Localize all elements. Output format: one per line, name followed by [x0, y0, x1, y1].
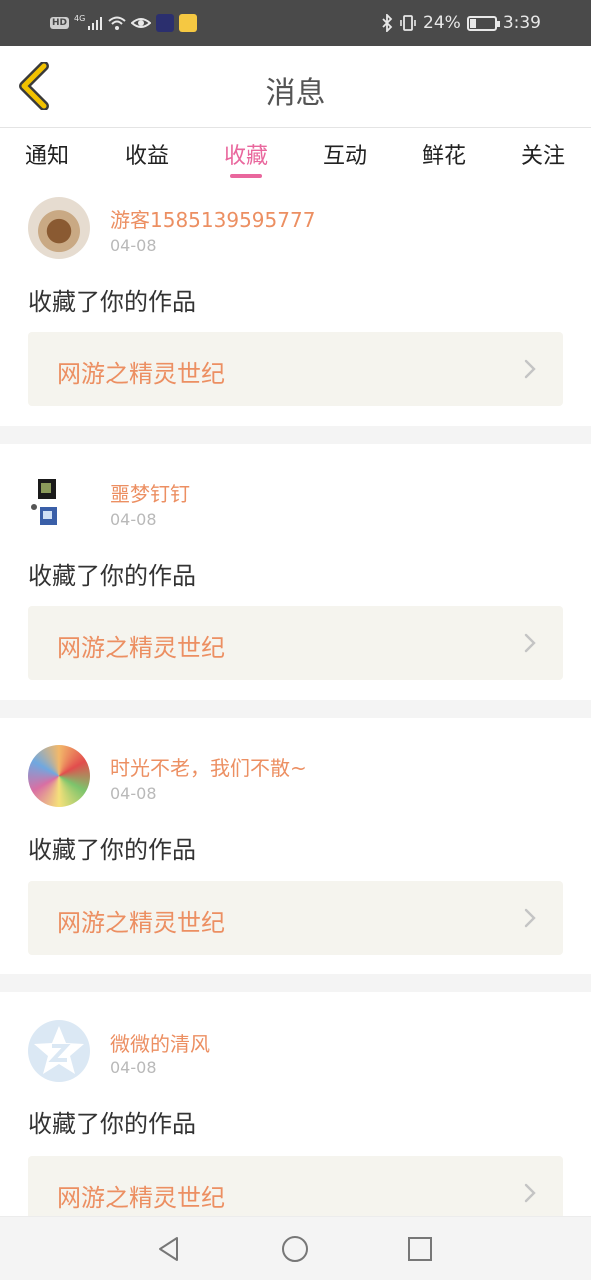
item-date: 04-08: [110, 784, 157, 803]
item-message: 收藏了你的作品: [28, 288, 196, 316]
status-bar: HD 4G 24% 3:39: [0, 0, 591, 46]
item-date: 04-08: [110, 510, 157, 529]
item-divider: [0, 426, 591, 444]
status-icons-right: 24% 3:39: [381, 11, 541, 35]
item-divider: [0, 700, 591, 718]
tab-favorites[interactable]: 收藏: [206, 138, 286, 170]
tab-active-indicator: [230, 174, 262, 178]
work-title: 网游之精灵世纪: [57, 1184, 225, 1212]
hd-icon: HD: [50, 17, 70, 29]
page-title: 消息: [265, 76, 326, 111]
work-title: 网游之精灵世纪: [57, 909, 225, 937]
work-link[interactable]: 网游之精灵世纪: [28, 881, 563, 955]
work-link[interactable]: 网游之精灵世纪: [28, 606, 563, 680]
back-triangle-icon[interactable]: [153, 1233, 185, 1265]
app-header: 消息: [0, 46, 591, 128]
list-item: 微微的清风 04-08 收藏了你的作品 网游之精灵世纪: [0, 992, 591, 1230]
tab-notifications[interactable]: 通知: [7, 138, 87, 170]
work-link[interactable]: 网游之精灵世纪: [28, 332, 563, 406]
work-title: 网游之精灵世纪: [57, 634, 225, 662]
avatar[interactable]: [28, 745, 90, 807]
avatar[interactable]: [28, 197, 90, 259]
signal-4g-label: 4G: [74, 14, 86, 23]
app-icon: [156, 14, 175, 32]
user-name[interactable]: 噩梦钉钉: [110, 478, 190, 507]
home-circle-icon[interactable]: [279, 1233, 311, 1265]
wifi-icon: [108, 16, 126, 30]
weibo-icon: [179, 14, 198, 32]
item-message: 收藏了你的作品: [28, 562, 196, 590]
chevron-right-icon: [524, 633, 536, 653]
item-message: 收藏了你的作品: [28, 836, 196, 864]
chevron-right-icon: [524, 359, 536, 379]
vibrate-icon: [400, 15, 416, 31]
item-divider: [0, 974, 591, 992]
battery-level: [469, 18, 476, 28]
default-avatar-icon[interactable]: [28, 1020, 90, 1082]
list-item: 时光不老，我们不散~ 04-08 收藏了你的作品 网游之精灵世纪: [0, 718, 591, 974]
recents-square-icon[interactable]: [404, 1233, 436, 1265]
clock: 3:39: [502, 13, 541, 33]
system-nav-bar: [0, 1216, 591, 1280]
chevron-right-icon: [524, 908, 536, 928]
user-name[interactable]: 微微的清风: [110, 1028, 210, 1057]
eye-icon: [131, 18, 152, 28]
battery-percent: 24%: [423, 13, 461, 33]
battery-icon: [466, 15, 500, 31]
avatar[interactable]: [28, 471, 90, 533]
item-message: 收藏了你的作品: [28, 1110, 196, 1138]
list-item: 噩梦钉钉 04-08 收藏了你的作品 网游之精灵世纪: [0, 444, 591, 700]
user-name[interactable]: 游客1585139595777: [110, 204, 315, 233]
tab-earnings[interactable]: 收益: [107, 138, 187, 170]
status-icons-left: HD 4G: [50, 12, 198, 34]
work-title: 网游之精灵世纪: [57, 360, 225, 388]
bluetooth-icon: [382, 14, 393, 32]
tab-interactions[interactable]: 互动: [305, 138, 385, 170]
item-date: 04-08: [110, 1058, 157, 1077]
tab-following[interactable]: 关注: [503, 138, 583, 170]
chevron-right-icon: [524, 1183, 536, 1203]
item-date: 04-08: [110, 236, 157, 255]
list-item: 游客1585139595777 04-08 收藏了你的作品 网游之精灵世纪: [0, 180, 591, 426]
tab-flowers[interactable]: 鲜花: [404, 138, 484, 170]
tab-bar: 通知 收益 收藏 互动 鲜花 关注: [0, 128, 591, 180]
signal-icon: [88, 17, 103, 30]
user-name[interactable]: 时光不老，我们不散~: [110, 752, 307, 781]
